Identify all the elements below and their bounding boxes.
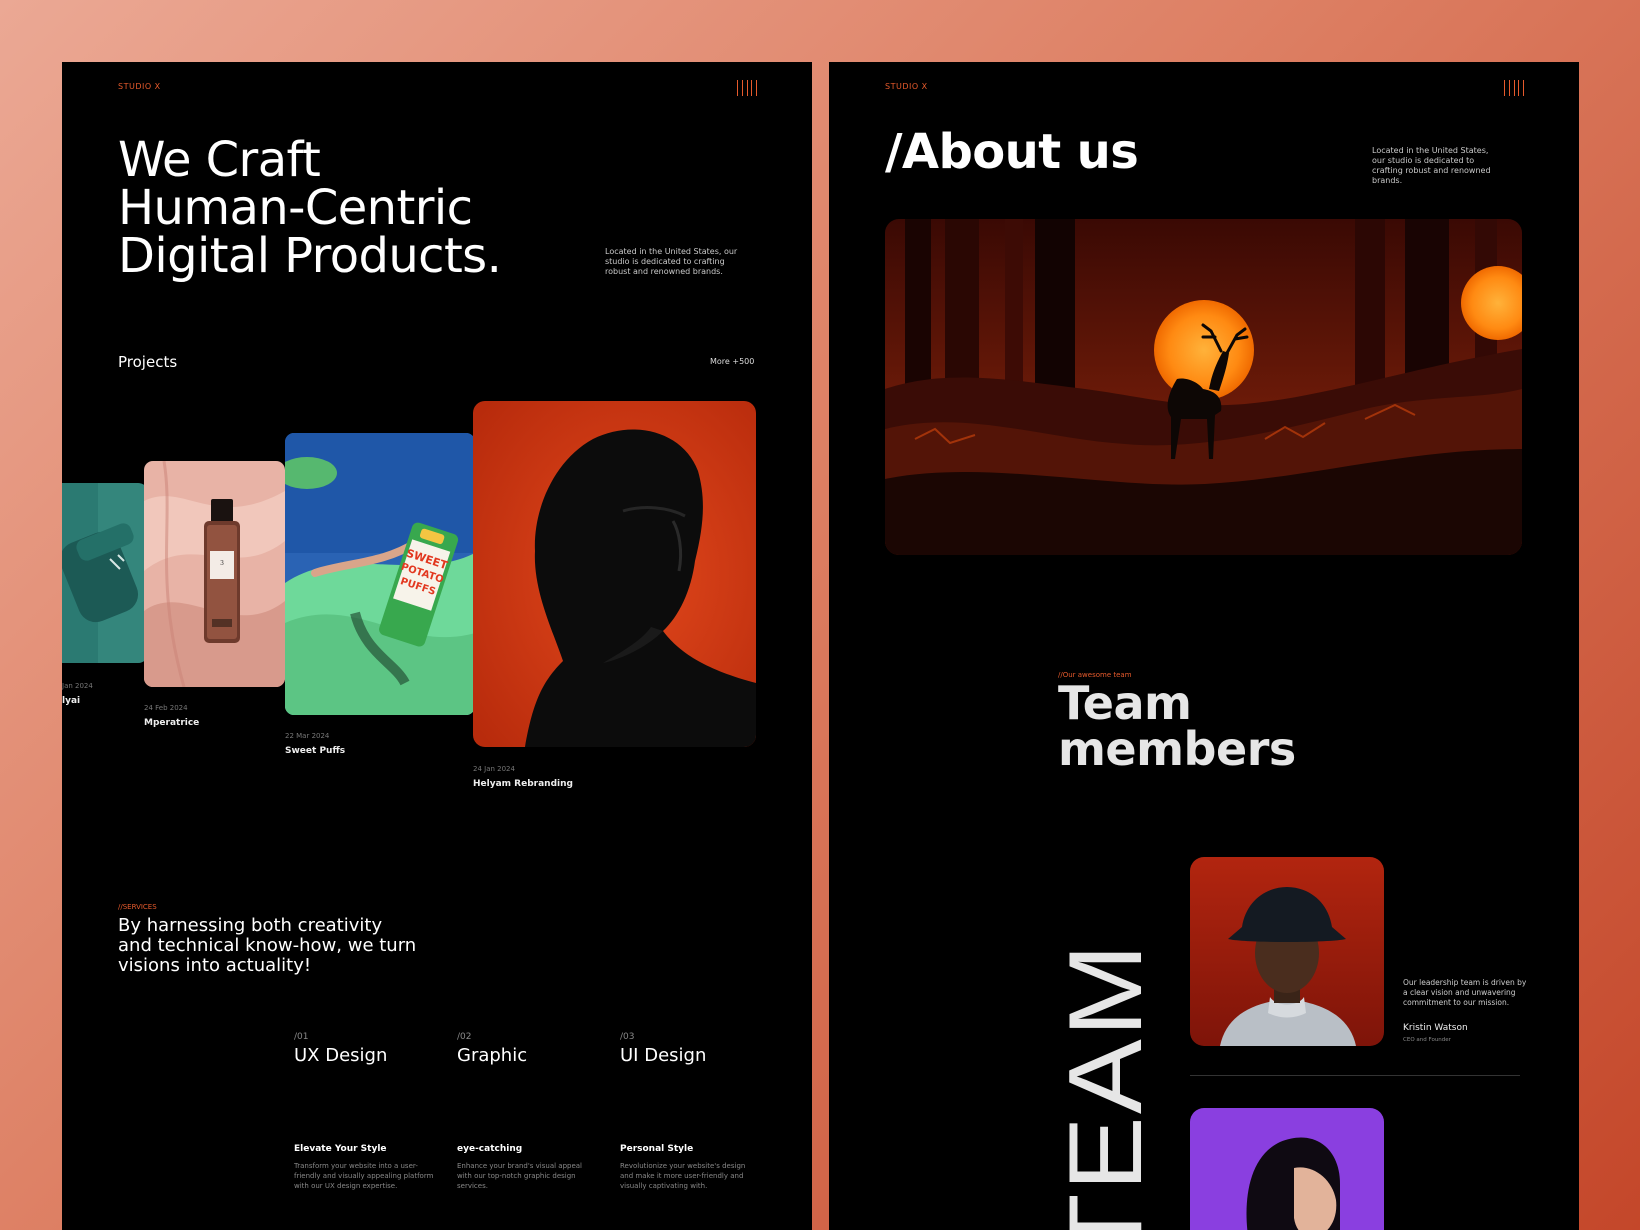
project-date: 24 Feb 2024 (144, 704, 188, 712)
project-image (473, 401, 756, 747)
divider (1190, 1075, 1520, 1076)
service-description: Enhance your brand's visual appeal with … (457, 1162, 583, 1190)
project-name[interactable]: Mperatrice (144, 718, 199, 728)
menu-icon[interactable] (1504, 80, 1524, 96)
about-hero-image (885, 219, 1522, 555)
project-date: 24 Jan 2024 (473, 765, 515, 773)
hero-line: We Craft (118, 132, 321, 188)
team-heading: Team members (1058, 680, 1296, 772)
hero-line: Digital Products. (118, 228, 502, 284)
service-number: /03 (620, 1032, 635, 1042)
service-description: Transform your website into a user-frien… (294, 1162, 434, 1190)
deer-forest-image (885, 219, 1522, 555)
service-title[interactable]: UX Design (294, 1045, 387, 1066)
about-title: /About us (885, 124, 1139, 180)
team-heading-line: members (1058, 722, 1296, 776)
project-card[interactable] (473, 401, 756, 747)
services-intro: By harnessing both creativity and techni… (118, 915, 417, 976)
menu-icon[interactable] (737, 80, 757, 96)
service-number: /02 (457, 1032, 472, 1042)
service-description: Revolutionize your website's design and … (620, 1162, 746, 1190)
service-subtitle: Elevate Your Style (294, 1144, 387, 1154)
team-vertical-text: TEAM (1056, 862, 1156, 1230)
project-image: SWEET POTATO PUFFS (285, 433, 475, 715)
team-heading-line: Team (1058, 676, 1192, 730)
project-date: 22 Mar 2024 (285, 732, 330, 740)
member-portrait (1190, 857, 1384, 1046)
svg-text:3: 3 (220, 560, 224, 567)
project-image (62, 483, 148, 663)
member-photo[interactable] (1190, 857, 1384, 1046)
service-subtitle: eye-catching (457, 1144, 523, 1154)
project-name[interactable]: Helyam Rebranding (473, 779, 573, 789)
home-page-panel: STUDIO X We Craft Human-Centric Digital … (62, 62, 812, 1230)
hero-line: Human-Centric (118, 180, 473, 236)
service-number: /01 (294, 1032, 309, 1042)
hero-title: We Craft Human-Centric Digital Products. (118, 136, 588, 280)
service-title[interactable]: Graphic (457, 1045, 527, 1066)
member-portrait (1190, 1108, 1384, 1230)
project-name[interactable]: Sweet Puffs (285, 746, 345, 756)
brand-logo[interactable]: STUDIO X (118, 82, 161, 91)
brand-logo[interactable]: STUDIO X (885, 82, 928, 91)
project-card[interactable]: SWEET POTATO PUFFS (285, 433, 475, 715)
projects-heading: Projects (118, 353, 178, 371)
member-name: Kristin Watson (1403, 1023, 1468, 1033)
about-page-panel: STUDIO X /About us Located in the United… (829, 62, 1579, 1230)
project-name[interactable]: lyai (62, 696, 80, 706)
service-title[interactable]: UI Design (620, 1045, 706, 1066)
about-description: Located in the United States, our studio… (1372, 146, 1491, 185)
member-photo[interactable] (1190, 1108, 1384, 1230)
project-card[interactable]: 3 (144, 461, 285, 687)
member-role: CEO and Founder (1403, 1037, 1451, 1043)
project-date: Jan 2024 (62, 682, 93, 690)
project-image: 3 (144, 461, 285, 687)
services-label: //SERVICES (118, 903, 157, 911)
service-subtitle: Personal Style (620, 1144, 694, 1154)
hero-description: Located in the United States, our studio… (605, 247, 738, 276)
more-projects-link[interactable]: More +500 (710, 357, 754, 366)
team-vertical-word: TEAM (1056, 941, 1156, 1230)
team-quote: Our leadership team is driven by a clear… (1403, 978, 1527, 1007)
project-card[interactable] (62, 483, 148, 663)
